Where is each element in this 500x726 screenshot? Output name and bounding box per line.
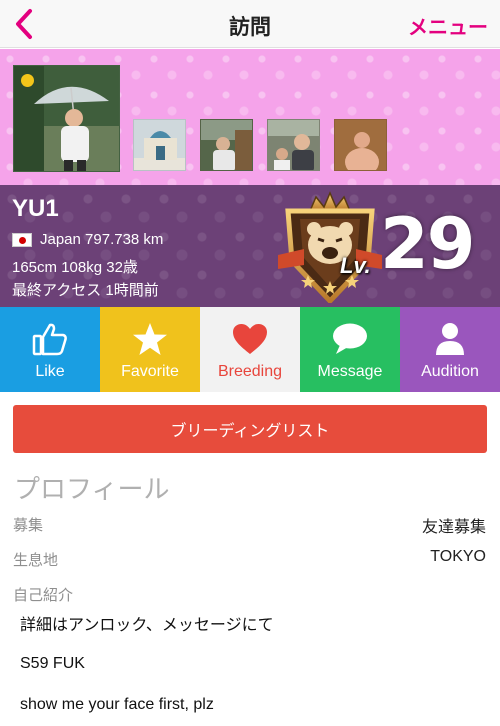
audition-label: Audition [421, 363, 479, 380]
location-row: Japan 797.738 km [12, 231, 163, 248]
user-info-panel: YU1 Japan 797.738 km 165cm 108kg 32歳 最終ア… [0, 185, 500, 307]
habitat-value: TOKYO [430, 548, 486, 565]
audition-button[interactable]: Audition [400, 307, 500, 392]
japan-flag-icon [12, 232, 32, 247]
recruit-label: 募集 [13, 517, 44, 534]
photo-thumbnail[interactable] [334, 119, 387, 171]
photo-thumbnail[interactable] [200, 119, 253, 171]
location-distance: Japan 797.738 km [40, 231, 164, 248]
intro-line: 詳細はアンロック、メッセージにて [20, 617, 274, 634]
intro-line: show me your face first, plz [20, 696, 214, 713]
like-label: Like [35, 363, 65, 380]
photo-thumbnail[interactable] [267, 119, 320, 171]
breeding-list-button[interactable]: ブリーディングリスト [13, 405, 487, 453]
message-label: Message [317, 363, 383, 380]
breeding-label: Breeding [217, 363, 283, 380]
main-photo[interactable] [13, 65, 120, 172]
bear-crest-badge-icon [274, 189, 386, 305]
navigation-bar: 訪問 メニュー [0, 0, 500, 48]
photo-thumbnail[interactable] [133, 119, 186, 171]
habitat-label: 生息地 [13, 552, 59, 569]
level-prefix: Lv. [340, 253, 371, 278]
action-bar: Like Favorite Breeding Message Audition [0, 307, 500, 392]
body-stats: 165cm 108kg 32歳 [12, 259, 138, 276]
thumbs-up-icon [30, 321, 70, 357]
photo-banner [0, 49, 500, 185]
recruit-value: 友達募集 [421, 519, 486, 536]
menu-button[interactable]: メニュー [408, 11, 488, 40]
person-icon [430, 321, 470, 357]
user-name: YU1 [12, 195, 59, 222]
intro-line: S59 FUK [20, 655, 85, 672]
last-access: 最終アクセス 1時間前 [12, 282, 159, 299]
like-button[interactable]: Like [0, 307, 100, 392]
favorite-button[interactable]: Favorite [100, 307, 200, 392]
self-intro-label: 自己紹介 [13, 587, 74, 604]
level-number: 29 [380, 203, 475, 285]
online-status-dot [21, 74, 34, 87]
message-button[interactable]: Message [300, 307, 400, 392]
breeding-button[interactable]: Breeding [200, 307, 300, 392]
speech-bubble-icon [330, 321, 370, 357]
heart-icon [230, 321, 270, 357]
star-icon [130, 321, 170, 357]
favorite-label: Favorite [121, 363, 179, 380]
profile-heading: プロフィール [14, 474, 170, 504]
